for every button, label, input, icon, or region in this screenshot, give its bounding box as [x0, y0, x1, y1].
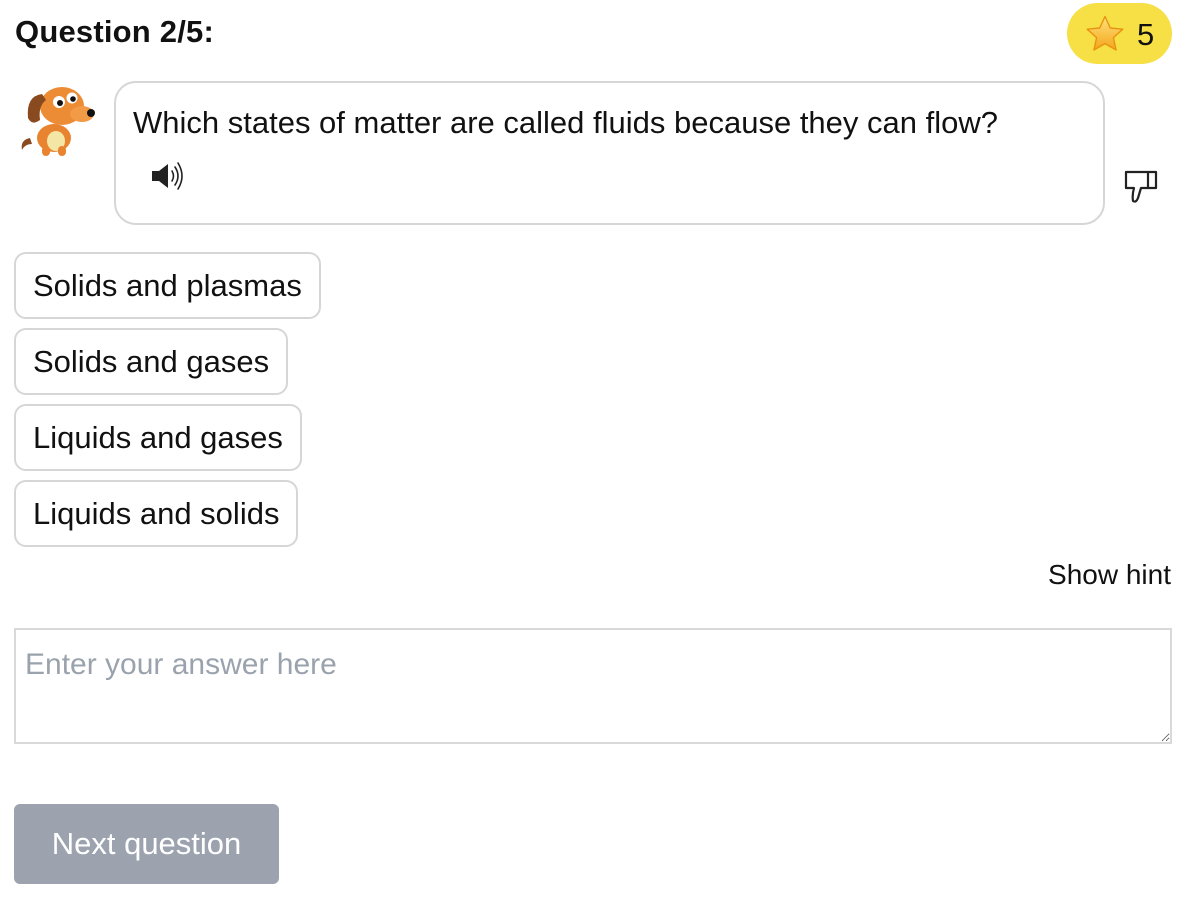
speaker-icon[interactable] — [150, 161, 186, 191]
answer-input[interactable] — [14, 628, 1172, 744]
quiz-page: Question 2/5: 5 Which states of matter a… — [0, 0, 1200, 900]
score-badge: 5 — [1067, 3, 1172, 64]
star-icon — [1086, 15, 1124, 51]
option-solids-and-plasmas[interactable]: Solids and plasmas — [14, 252, 321, 319]
answer-options: Solids and plasmas Solids and gases Liqu… — [14, 252, 321, 556]
question-bubble: Which states of matter are called fluids… — [114, 81, 1105, 225]
thumbs-down-icon[interactable] — [1123, 168, 1159, 206]
option-solids-and-gases[interactable]: Solids and gases — [14, 328, 289, 395]
question-text: Which states of matter are called fluids… — [133, 105, 998, 140]
score-value: 5 — [1137, 17, 1155, 52]
page-title: Question 2/5: — [15, 14, 214, 49]
next-question-button[interactable]: Next question — [14, 804, 279, 884]
dog-mascot-icon — [21, 87, 95, 156]
show-hint-link[interactable]: Show hint — [1048, 559, 1171, 591]
option-liquids-and-gases[interactable]: Liquids and gases — [14, 404, 302, 471]
option-liquids-and-solids[interactable]: Liquids and solids — [14, 480, 299, 547]
